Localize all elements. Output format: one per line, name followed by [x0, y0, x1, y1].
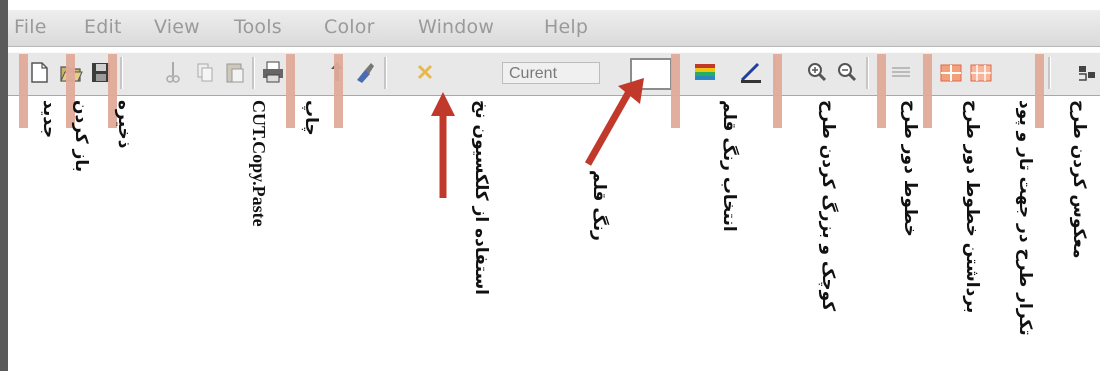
- callout-remove-outline: [923, 54, 932, 128]
- palette-icon[interactable]: [692, 58, 718, 86]
- menu-edit[interactable]: Edit: [84, 16, 122, 38]
- callout-outline: [877, 54, 886, 128]
- remove-grid-icon[interactable]: [938, 58, 964, 86]
- label-open: باز کردن: [71, 100, 91, 173]
- menu-window[interactable]: Window: [418, 16, 494, 38]
- zoom-in-icon[interactable]: [804, 58, 830, 86]
- label-repeat: تکرار طرح در جهت تار و پود: [1015, 100, 1035, 336]
- brush-icon[interactable]: [352, 58, 378, 86]
- label-cut-copy-paste: CUT.Copy.Paste: [249, 100, 269, 227]
- label-new: جدید: [39, 100, 59, 139]
- toolbar: Curent: [8, 52, 1100, 96]
- label-pen-color: رنگ قلم: [589, 170, 609, 241]
- copy-icon[interactable]: [192, 58, 218, 86]
- callout-palette: [671, 54, 680, 128]
- color-select-icon[interactable]: [738, 58, 764, 86]
- label-save: ذخیره: [114, 100, 134, 149]
- paste-icon[interactable]: [222, 58, 248, 86]
- toolbar-separator: [866, 57, 869, 89]
- menu-view[interactable]: View: [154, 16, 200, 38]
- zoom-out-icon[interactable]: [834, 58, 860, 86]
- annotated-screenshot: File Edit View Tools Color Window Help C…: [0, 0, 1100, 371]
- callout-print: [286, 54, 295, 128]
- close-icon[interactable]: [412, 58, 438, 86]
- label-print: چاپ: [301, 100, 321, 136]
- label-reverse: معکوس کردن طرح: [1069, 100, 1089, 259]
- menu-tools[interactable]: Tools: [234, 16, 282, 38]
- label-choose-pen-color: انتخاب رنگ قلم: [719, 100, 739, 232]
- label-outline: خطوط دور طرح: [900, 100, 920, 237]
- toolbar-separator: [252, 57, 255, 89]
- menu-color[interactable]: Color: [324, 16, 375, 38]
- new-document-icon[interactable]: [26, 58, 52, 86]
- menu-file[interactable]: File: [14, 16, 47, 38]
- toolbar-separator: [1048, 57, 1051, 89]
- reverse-pattern-icon[interactable]: [1074, 58, 1100, 86]
- menu-help[interactable]: Help: [544, 16, 588, 38]
- label-use-collection: استفاده از کلکسیون نخ: [471, 100, 491, 295]
- grid-lines-icon[interactable]: [888, 58, 914, 86]
- label-zoom: کوچک و بزرگ کردن طرح: [818, 100, 838, 312]
- print-icon[interactable]: [260, 58, 286, 86]
- cut-icon[interactable]: [160, 58, 186, 86]
- label-remove-outline: برداشتن خطوط دور طرح: [962, 100, 982, 314]
- callout-zoom: [773, 54, 782, 128]
- callout-brush: [334, 54, 343, 128]
- menu-bar: File Edit View Tools Color Window Help: [8, 10, 1100, 47]
- callout-new: [19, 54, 28, 128]
- toolbar-separator: [384, 57, 387, 89]
- toolbar-separator: [120, 57, 123, 89]
- callout-repeat: [1035, 54, 1044, 128]
- window-edge: [0, 0, 8, 371]
- repeat-pattern-icon[interactable]: [968, 58, 994, 86]
